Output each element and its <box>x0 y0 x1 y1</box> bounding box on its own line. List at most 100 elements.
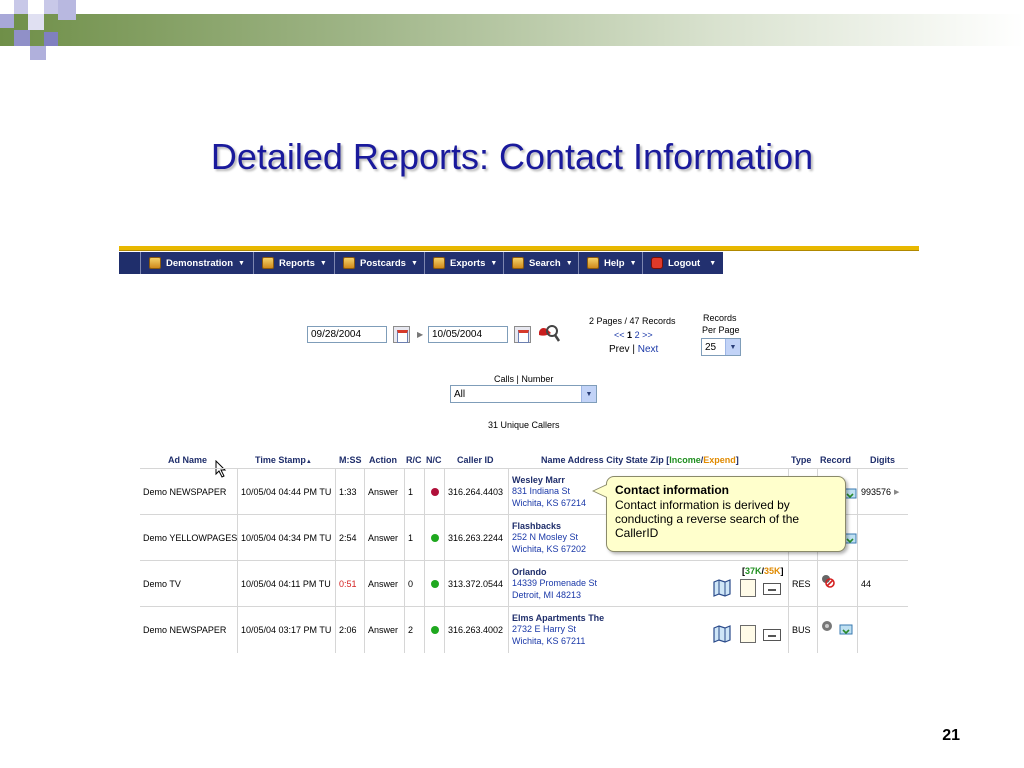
document-icon[interactable] <box>740 625 756 643</box>
nav-demonstration[interactable]: Demonstration ▼ <box>140 252 253 274</box>
cell-nc <box>425 469 445 515</box>
cell-mss: 1:33 <box>336 469 365 515</box>
income-expend-tag: [37K/35K] <box>742 566 784 576</box>
calendar-icon[interactable] <box>514 326 531 343</box>
cell-name-address[interactable]: Elms Apartments The 2732 E Harry St Wich… <box>509 607 789 653</box>
deco-square <box>0 14 14 28</box>
nav-help[interactable]: Help ▼ <box>578 252 642 274</box>
col-mss[interactable]: M:SS <box>339 455 362 465</box>
cell-type: RES <box>789 561 818 607</box>
cell-action: Answer <box>365 607 405 653</box>
nav-label: Demonstration <box>166 257 234 269</box>
cell-action: Answer <box>365 561 405 607</box>
chevron-down-icon: ▼ <box>238 259 245 267</box>
cell-name-address[interactable]: Orlando 14339 Promenade St Detroit, MI 4… <box>509 561 789 607</box>
contact-name[interactable]: Elms Apartments The <box>512 613 604 623</box>
col-rc[interactable]: R/C <box>406 455 422 465</box>
arrow-right-icon: ▶ <box>417 330 424 339</box>
deco-square <box>28 14 44 30</box>
map-icon[interactable] <box>713 579 731 597</box>
unique-callers: 31 Unique Callers <box>488 420 560 430</box>
prev-link[interactable]: Prev <box>609 344 630 355</box>
map-icon[interactable] <box>713 625 731 643</box>
cell-record <box>818 561 858 607</box>
cell-rc: 1 <box>405 469 425 515</box>
col-name-address-label: Name Address City State Zip [ <box>541 455 670 465</box>
col-type[interactable]: Type <box>791 455 811 465</box>
col-ad-name[interactable]: Ad Name <box>168 455 207 465</box>
pager-current: 1 <box>627 330 633 340</box>
calls-select[interactable]: All ▼ <box>450 385 597 403</box>
col-name-address[interactable]: Name Address City State Zip [Income/Expe… <box>541 455 739 465</box>
tooltip-body: Contact information is derived by conduc… <box>615 498 800 540</box>
envelope-icon[interactable] <box>763 583 781 595</box>
nav-label: Exports <box>450 257 486 269</box>
envelope-icon[interactable] <box>763 629 781 641</box>
contact-name[interactable]: Flashbacks <box>512 521 561 531</box>
contact-info-tooltip: Contact information Contact information … <box>606 476 846 552</box>
deco-square <box>14 30 30 46</box>
nav-bar: Demonstration ▼ Reports ▼ Postcards ▼ Expor… <box>119 252 919 274</box>
cell-type: BUS <box>789 607 818 653</box>
download-recording-icon[interactable] <box>839 622 853 636</box>
next-link[interactable]: Next <box>638 344 659 355</box>
start-date-input[interactable]: 09/28/2004 <box>307 326 387 343</box>
expand-arrow-icon[interactable]: ▶ <box>894 488 899 496</box>
chevron-down-icon: ▼ <box>581 386 596 402</box>
end-date-input[interactable]: 10/05/2004 <box>428 326 508 343</box>
table-row[interactable]: Demo TV 10/05/04 04:11 PM TU 0:51 Answer… <box>140 560 908 607</box>
top-accent-line <box>119 246 919 251</box>
chevron-down-icon: ▼ <box>629 259 637 267</box>
postcards-icon <box>343 257 355 269</box>
reports-icon <box>262 257 274 269</box>
income-label: Income <box>669 455 701 465</box>
col-record[interactable]: Record <box>820 455 851 465</box>
status-dot-icon <box>430 534 439 542</box>
cell-action: Answer <box>365 469 405 515</box>
cell-caller-id: 316.263.4002 <box>445 607 509 653</box>
cell-record <box>818 607 858 653</box>
cell-nc <box>425 561 445 607</box>
per-page-select[interactable]: 25 ▼ <box>701 338 741 356</box>
contact-address: 14339 Promenade St <box>512 578 598 588</box>
calls-value: All <box>454 388 466 400</box>
nav-reports[interactable]: Reports ▼ <box>253 252 334 274</box>
cell-digits <box>858 607 908 653</box>
digits-value: 993576 <box>861 487 892 497</box>
col-digits[interactable]: Digits <box>870 455 895 465</box>
pager-last[interactable]: >> <box>642 330 653 340</box>
nav-exports[interactable]: Exports ▼ <box>424 252 503 274</box>
income-value: 37K <box>745 566 762 576</box>
contact-name[interactable]: Wesley Marr <box>512 475 565 485</box>
status-dot-icon <box>430 488 439 496</box>
magnifier-phone-icon[interactable] <box>537 323 561 343</box>
cell-nc <box>425 515 445 561</box>
cell-ad-name: Demo YELLOWPAGES <box>140 515 238 561</box>
speaker-icon[interactable] <box>821 620 835 634</box>
col-time-stamp[interactable]: Time Stamp▲ <box>255 455 312 465</box>
document-icon[interactable] <box>740 579 756 597</box>
cell-time: 10/05/04 04:44 PM TU <box>238 469 336 515</box>
nav-search[interactable]: Search ▼ <box>503 252 578 274</box>
col-caller-id[interactable]: Caller ID <box>457 455 494 465</box>
calls-number-label: Calls | Number <box>494 374 554 384</box>
nav-postcards[interactable]: Postcards ▼ <box>334 252 424 274</box>
table-row[interactable]: Demo NEWSPAPER 10/05/04 03:17 PM TU 2:06… <box>140 606 908 653</box>
slide-header-bar <box>0 14 1024 46</box>
pager-page-2[interactable]: 2 <box>635 330 640 340</box>
contact-city: Wichita, KS 67211 <box>512 636 586 646</box>
cell-rc: 1 <box>405 515 425 561</box>
col-action[interactable]: Action <box>369 455 397 465</box>
slide-title: Detailed Reports: Contact Information <box>210 136 814 177</box>
pager-first[interactable]: << <box>614 330 625 340</box>
no-recording-icon <box>822 575 835 588</box>
chevron-down-icon: ▼ <box>410 259 418 267</box>
nav-label: Logout <box>668 257 701 269</box>
contact-name[interactable]: Orlando <box>512 567 547 577</box>
col-nc[interactable]: N/C <box>426 455 442 465</box>
cell-rc: 0 <box>405 561 425 607</box>
per-page-label: Per Page <box>702 325 740 335</box>
calendar-icon[interactable] <box>393 326 410 343</box>
user-icon <box>149 257 161 269</box>
nav-logout[interactable]: Logout ▼ <box>642 252 723 274</box>
